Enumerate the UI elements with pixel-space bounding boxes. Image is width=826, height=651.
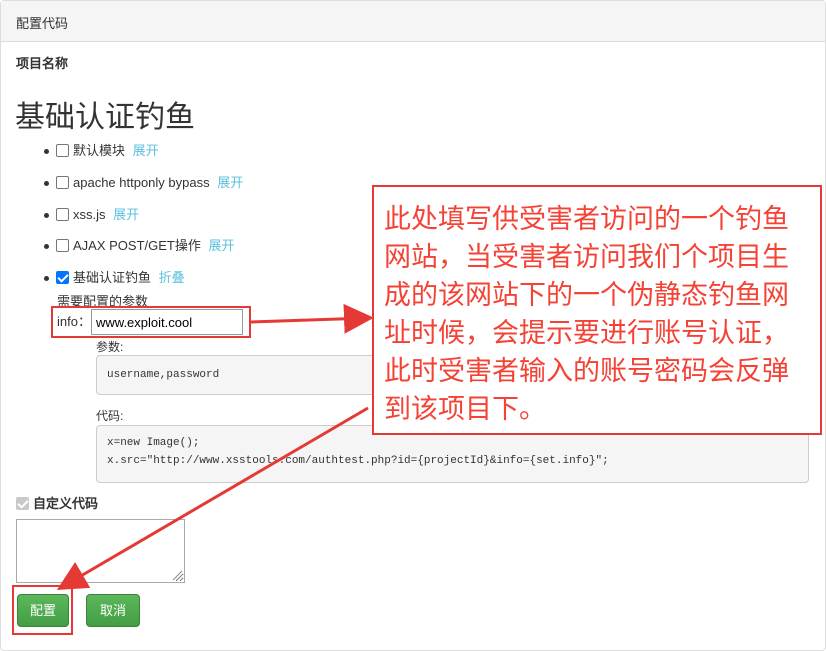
expand-link[interactable]: 展开	[133, 143, 159, 158]
annotation-callout: 此处填写供受害者访问的一个钓鱼网站，当受害者访问我们个项目生成的该网站下的一个伪…	[372, 185, 822, 435]
module-checkbox-basic-auth[interactable]	[56, 271, 69, 284]
expand-link[interactable]: 展开	[113, 207, 139, 222]
module-label: apache httponly bypass	[73, 175, 210, 190]
module-checkbox-default[interactable]	[56, 144, 69, 157]
bullet-icon	[44, 244, 49, 249]
bullet-icon	[44, 149, 49, 154]
code-line: x=new Image();	[107, 437, 200, 449]
bullet-icon	[44, 181, 49, 186]
expand-link[interactable]: 展开	[217, 175, 243, 190]
save-highlight-box	[12, 585, 73, 635]
cancel-button[interactable]: 取消	[86, 594, 140, 627]
module-label: 默认模块	[73, 143, 126, 158]
module-label: AJAX POST/GET操作	[73, 238, 201, 253]
page-title: 基础认证钓鱼	[15, 101, 195, 134]
resize-grip-icon[interactable]	[171, 569, 183, 581]
project-name-label: 项目名称	[16, 56, 69, 71]
code-label: 代码:	[96, 409, 124, 423]
bullet-icon	[44, 276, 49, 281]
module-label: xss.js	[73, 207, 106, 222]
module-label: 基础认证钓鱼	[73, 270, 152, 285]
custom-code-label: 自定义代码	[33, 496, 99, 511]
custom-code-checkbox[interactable]	[16, 497, 29, 510]
module-checkbox-apache[interactable]	[56, 176, 69, 189]
bullet-icon	[44, 213, 49, 218]
params-label: 参数:	[96, 340, 124, 354]
custom-code-textarea[interactable]	[16, 519, 185, 583]
expand-link[interactable]: 展开	[208, 238, 234, 253]
panel-heading: 配置代码	[1, 1, 825, 42]
module-item-basic-auth-phishing: 基础认证钓鱼 折叠	[44, 269, 185, 287]
module-item-ajax: AJAX POST/GET操作 展开	[44, 237, 235, 255]
module-checkbox-xssjs[interactable]	[56, 208, 69, 221]
info-highlight-box	[51, 306, 251, 338]
custom-code-row: 自定义代码	[16, 496, 98, 512]
module-checkbox-ajax[interactable]	[56, 239, 69, 252]
module-item-apache-httponly-bypass: apache httponly bypass 展开	[44, 174, 243, 192]
collapse-link[interactable]: 折叠	[159, 270, 185, 285]
code-line: x.src="http://www.xsstools.com/authtest.…	[107, 455, 609, 467]
module-item-xss-js: xss.js 展开	[44, 206, 139, 224]
module-item-default: 默认模块 展开	[44, 142, 159, 160]
